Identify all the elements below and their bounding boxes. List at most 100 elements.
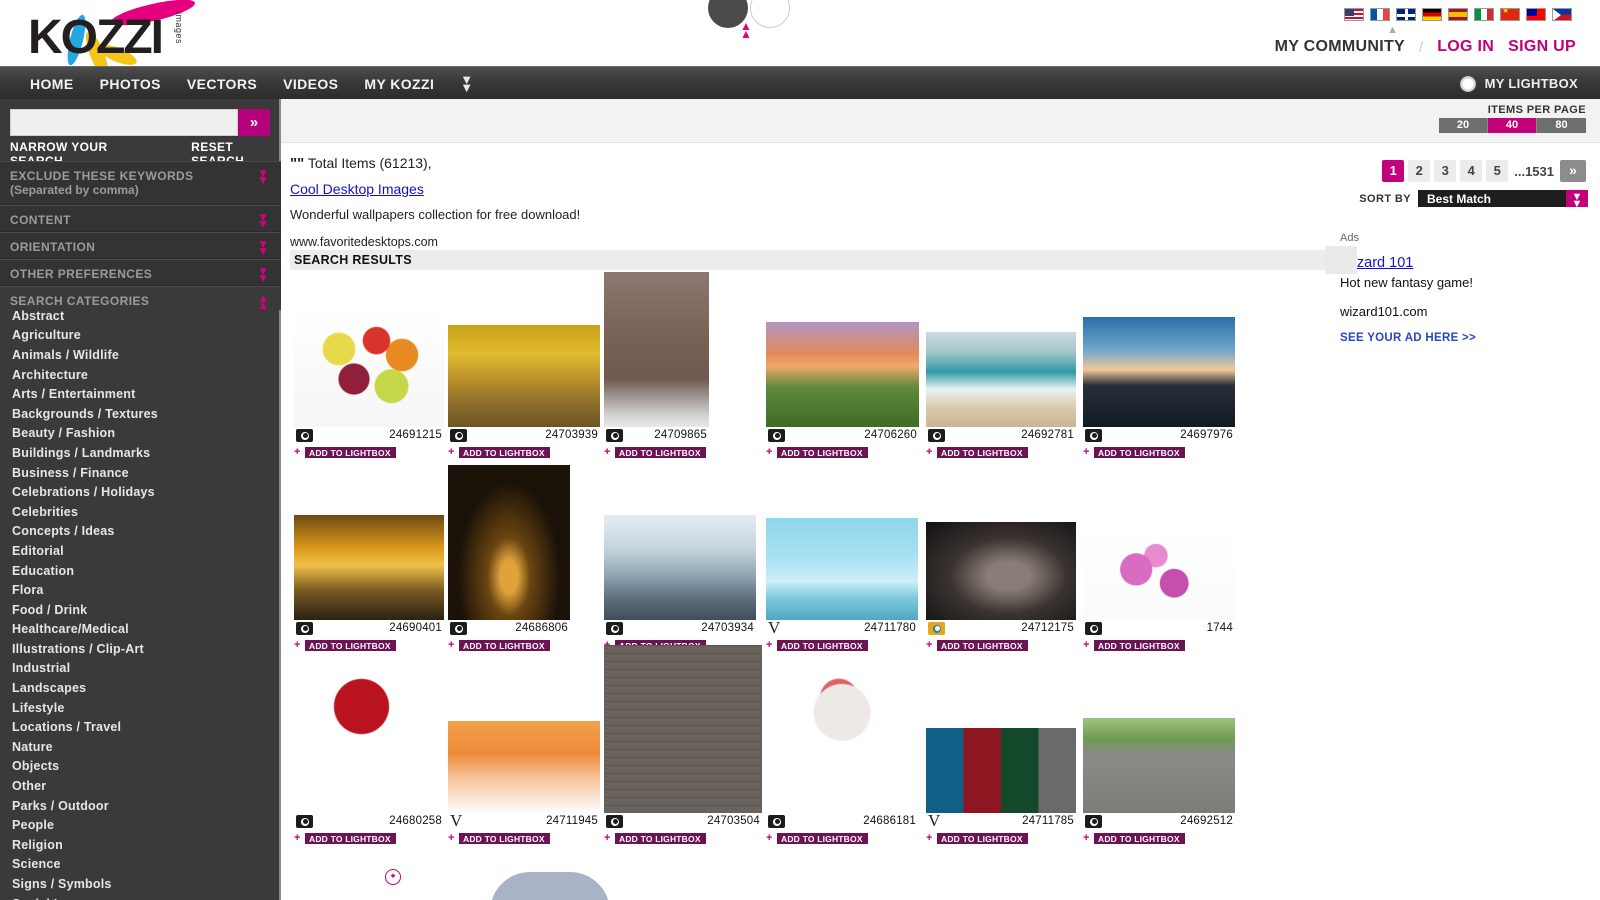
chevron-down-icon[interactable]: ▼ ▼ bbox=[1566, 190, 1588, 210]
sidebar-category-item[interactable]: Lifestyle bbox=[0, 698, 281, 718]
sidebar-category-item[interactable]: Buildings / Landmarks bbox=[0, 443, 281, 463]
result-thumbnail[interactable] bbox=[448, 465, 570, 620]
flags-collapse-chevron-up-icon[interactable]: ▲ bbox=[1387, 24, 1398, 36]
sidebar-category-item[interactable]: Architecture bbox=[0, 365, 281, 385]
flag-fr-icon[interactable] bbox=[1370, 8, 1390, 21]
page-button-4[interactable]: 4 bbox=[1460, 160, 1483, 182]
chevron-down-icon[interactable]: ▼ ▼ bbox=[460, 73, 473, 94]
sidebar-section-content[interactable]: CONTENT ▼ ▼ bbox=[0, 205, 281, 232]
next-page-button[interactable]: » bbox=[1560, 160, 1586, 182]
page-last-link[interactable]: ...1531 bbox=[1512, 164, 1556, 179]
sidebar-category-item[interactable]: Signs / Symbols bbox=[0, 874, 281, 894]
result-thumbnail[interactable] bbox=[766, 518, 918, 620]
add-to-lightbox-button[interactable]: + ADD TO LIGHTBOX bbox=[1083, 446, 1185, 458]
sidebar-category-item[interactable]: Religion bbox=[0, 835, 281, 855]
sidebar-category-item[interactable]: Industrial bbox=[0, 659, 281, 679]
flag-uk-icon[interactable] bbox=[1396, 8, 1416, 21]
sidebar-category-item[interactable]: Editorial bbox=[0, 541, 281, 561]
result-thumbnail[interactable] bbox=[604, 272, 709, 427]
result-thumbnail[interactable] bbox=[448, 721, 600, 813]
chevron-up-icon[interactable]: ▲ ▲ bbox=[740, 20, 752, 40]
sidebar-category-item[interactable]: Locations / Travel bbox=[0, 717, 281, 737]
flag-cn-icon[interactable] bbox=[1500, 8, 1520, 21]
add-to-lightbox-button[interactable]: + ADD TO LIGHTBOX bbox=[766, 639, 868, 651]
add-to-lightbox-button[interactable]: + ADD TO LIGHTBOX bbox=[604, 832, 706, 844]
add-to-lightbox-button[interactable]: + ADD TO LIGHTBOX bbox=[1083, 832, 1185, 844]
add-to-lightbox-button[interactable]: + ADD TO LIGHTBOX bbox=[294, 446, 396, 458]
flag-ph-icon[interactable] bbox=[1552, 8, 1572, 21]
sidebar-category-item[interactable]: Business / Finance bbox=[0, 463, 281, 483]
add-to-lightbox-button[interactable]: + ADD TO LIGHTBOX bbox=[294, 832, 396, 844]
ad-title-link[interactable]: Wizard 101 bbox=[1340, 255, 1590, 271]
sidebar-section-other-preferences[interactable]: OTHER PREFERENCES ▼ ▼ bbox=[0, 259, 281, 286]
sidebar-category-item[interactable]: Illustrations / Clip-Art bbox=[0, 639, 281, 659]
flag-es-icon[interactable] bbox=[1448, 8, 1468, 21]
result-thumbnail[interactable] bbox=[926, 728, 1076, 813]
search-submit-button[interactable]: » bbox=[238, 109, 270, 136]
sidebar-category-item[interactable]: Landscapes bbox=[0, 678, 281, 698]
sidebar-category-item[interactable]: Arts / Entertainment bbox=[0, 384, 281, 404]
result-thumbnail[interactable] bbox=[1083, 528, 1235, 620]
add-to-lightbox-button[interactable]: + ADD TO LIGHTBOX bbox=[926, 446, 1028, 458]
sidebar-category-item[interactable]: Agriculture bbox=[0, 326, 281, 346]
my-community-link[interactable]: MY COMMUNITY bbox=[1275, 38, 1405, 56]
circle-light-icon[interactable] bbox=[750, 0, 790, 28]
result-thumbnail[interactable] bbox=[294, 307, 444, 427]
chevron-down-icon[interactable]: ▼ ▼ bbox=[257, 265, 269, 284]
sidebar-category-item[interactable]: Beauty / Fashion bbox=[0, 424, 281, 444]
sidebar-category-item[interactable]: Animals / Wildlife bbox=[0, 345, 281, 365]
log-in-link[interactable]: LOG IN bbox=[1437, 38, 1494, 56]
see-your-ad-here-link[interactable]: SEE YOUR AD HERE >> bbox=[1340, 332, 1590, 344]
page-button-1[interactable]: 1 bbox=[1382, 160, 1405, 182]
result-thumbnail[interactable] bbox=[1083, 317, 1235, 427]
add-to-lightbox-button[interactable]: + ADD TO LIGHTBOX bbox=[926, 832, 1028, 844]
center-toggle[interactable] bbox=[708, 0, 808, 34]
sidebar-category-item[interactable]: Objects bbox=[0, 757, 281, 777]
sidebar-category-item[interactable]: Celebrations / Holidays bbox=[0, 482, 281, 502]
page-button-3[interactable]: 3 bbox=[1434, 160, 1457, 182]
sidebar-section-orientation[interactable]: ORIENTATION ▼ ▼ bbox=[0, 232, 281, 259]
add-to-lightbox-button[interactable]: + ADD TO LIGHTBOX bbox=[926, 639, 1028, 651]
result-thumbnail[interactable] bbox=[1083, 718, 1235, 813]
nav-item-videos[interactable]: VIDEOS bbox=[283, 76, 338, 92]
result-thumbnail[interactable] bbox=[294, 515, 444, 620]
sidebar-category-item[interactable]: Science bbox=[0, 855, 281, 875]
sign-up-link[interactable]: SIGN UP bbox=[1508, 38, 1576, 56]
site-logo[interactable]: KOZZI images bbox=[28, 0, 208, 79]
sidebar-category-item[interactable]: Backgrounds / Textures bbox=[0, 404, 281, 424]
result-thumbnail[interactable] bbox=[448, 325, 600, 427]
sidebar-category-item[interactable]: Nature bbox=[0, 737, 281, 757]
sidebar-section-exclude-keywords[interactable]: EXCLUDE THESE KEYWORDS (Separated by com… bbox=[0, 161, 281, 205]
sidebar-category-item[interactable]: Flora bbox=[0, 580, 281, 600]
sidebar-category-item[interactable]: Parks / Outdoor bbox=[0, 796, 281, 816]
sidebar-category-item[interactable]: Healthcare/Medical bbox=[0, 620, 281, 640]
add-to-lightbox-button[interactable]: + ADD TO LIGHTBOX bbox=[604, 446, 706, 458]
promo-link[interactable]: Cool Desktop Images bbox=[290, 181, 1330, 197]
result-thumbnail[interactable] bbox=[926, 332, 1076, 427]
result-thumbnail[interactable] bbox=[604, 645, 762, 813]
add-to-lightbox-button[interactable]: + ADD TO LIGHTBOX bbox=[1083, 639, 1185, 651]
result-thumbnail[interactable] bbox=[766, 665, 918, 813]
language-flags[interactable] bbox=[1344, 8, 1572, 21]
add-to-lightbox-button[interactable]: + ADD TO LIGHTBOX bbox=[448, 446, 550, 458]
page-button-5[interactable]: 5 bbox=[1486, 160, 1509, 182]
sidebar-category-item[interactable]: Education bbox=[0, 561, 281, 581]
result-thumbnail[interactable] bbox=[926, 522, 1076, 620]
sidebar-category-item[interactable]: Celebrities bbox=[0, 502, 281, 522]
nav-item-my-kozzi[interactable]: MY KOZZI bbox=[364, 76, 434, 92]
chevron-down-icon[interactable]: ▼ ▼ bbox=[257, 238, 269, 257]
flag-tw-icon[interactable] bbox=[1526, 8, 1546, 21]
sidebar-category-item[interactable]: Social Issues bbox=[0, 894, 281, 900]
sort-select[interactable]: Best Match ▼ ▼ bbox=[1418, 190, 1588, 210]
add-to-lightbox-button[interactable]: + ADD TO LIGHTBOX bbox=[766, 446, 868, 458]
sidebar-category-item[interactable]: Food / Drink bbox=[0, 600, 281, 620]
add-to-lightbox-button[interactable]: + ADD TO LIGHTBOX bbox=[294, 639, 396, 651]
sidebar-category-item[interactable]: Abstract bbox=[0, 306, 281, 326]
chevron-down-icon[interactable]: ▼ ▼ bbox=[257, 211, 269, 230]
result-thumbnail[interactable] bbox=[294, 671, 444, 813]
nav-item-vectors[interactable]: VECTORS bbox=[187, 76, 257, 92]
result-thumbnail[interactable] bbox=[604, 515, 756, 620]
sidebar-category-item[interactable]: People bbox=[0, 815, 281, 835]
add-to-lightbox-button[interactable]: + ADD TO LIGHTBOX bbox=[766, 832, 868, 844]
items-per-page-20[interactable]: 20 bbox=[1439, 118, 1488, 133]
